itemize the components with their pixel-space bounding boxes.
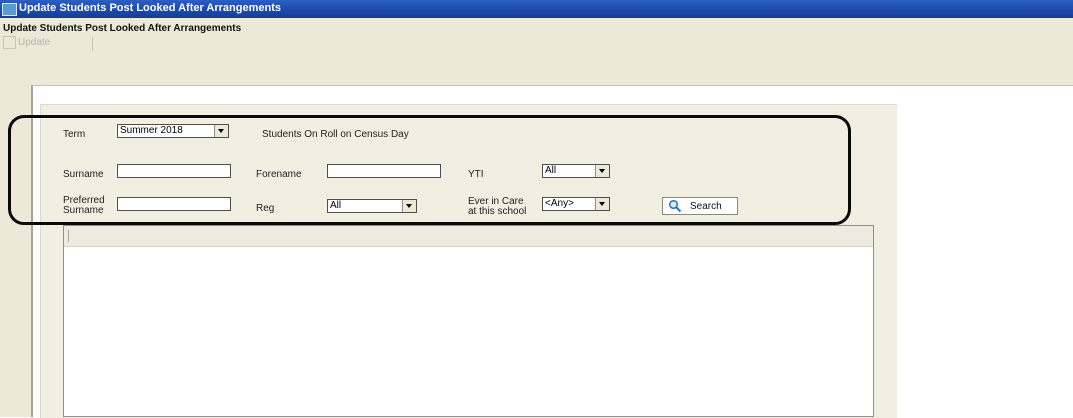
window-app-icon xyxy=(2,3,17,16)
update-icon xyxy=(3,36,16,49)
title-bar[interactable]: Update Students Post Looked After Arrang… xyxy=(0,0,1073,18)
update-button[interactable]: Update xyxy=(3,36,50,50)
window-title: Update Students Post Looked After Arrang… xyxy=(19,2,281,14)
update-button-label: Update xyxy=(18,37,51,49)
application-window: Update Students Post Looked After Arrang… xyxy=(0,0,1073,418)
toolbar-separator xyxy=(92,37,93,51)
results-grid-header xyxy=(64,226,873,247)
grid-header-divider xyxy=(68,230,69,242)
results-grid[interactable] xyxy=(63,225,874,417)
page-title: Update Students Post Looked After Arrang… xyxy=(3,23,242,34)
highlight-annotation-ring xyxy=(8,115,851,225)
